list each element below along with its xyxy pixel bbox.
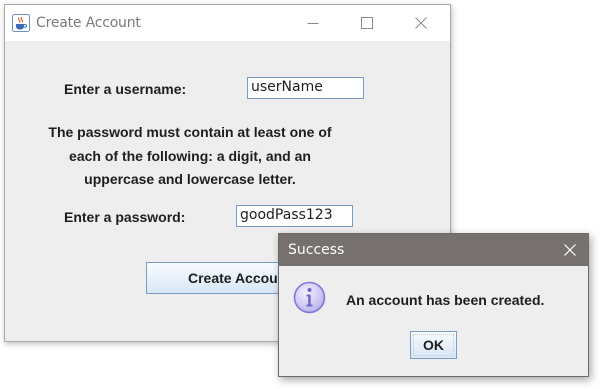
desktop: Create Account Enter a username: userNam…	[0, 0, 605, 389]
maximize-icon	[361, 17, 373, 29]
dialog-title-bar[interactable]: Success	[279, 234, 588, 266]
password-requirements-line: uppercase and lowercase letter.	[84, 171, 296, 187]
minimize-button[interactable]	[290, 5, 336, 41]
username-field[interactable]: userName	[247, 77, 364, 99]
close-icon	[415, 17, 427, 29]
minimize-icon	[307, 23, 319, 24]
password-requirements: The password must contain at least one o…	[45, 121, 335, 192]
ok-button[interactable]: OK	[410, 331, 457, 359]
java-cup-icon	[12, 14, 30, 32]
password-requirements-line: each of the following: a digit, and an	[69, 147, 311, 164]
dialog-title: Success	[288, 242, 345, 258]
close-button[interactable]	[398, 5, 444, 41]
password-label: Enter a password:	[64, 209, 186, 225]
close-icon	[564, 244, 576, 256]
username-label: Enter a username:	[64, 81, 187, 97]
window-title: Create Account	[36, 15, 141, 31]
dialog-close-button[interactable]	[560, 240, 580, 260]
info-icon	[293, 281, 326, 314]
success-dialog: Success An account has been created. OK	[278, 233, 589, 377]
dialog-message: An account has been created.	[346, 292, 545, 308]
password-requirements-line: The password must contain at least one o…	[48, 124, 332, 140]
maximize-button[interactable]	[344, 5, 390, 41]
password-field[interactable]: goodPass123	[236, 205, 353, 227]
title-bar[interactable]: Create Account	[5, 5, 450, 41]
